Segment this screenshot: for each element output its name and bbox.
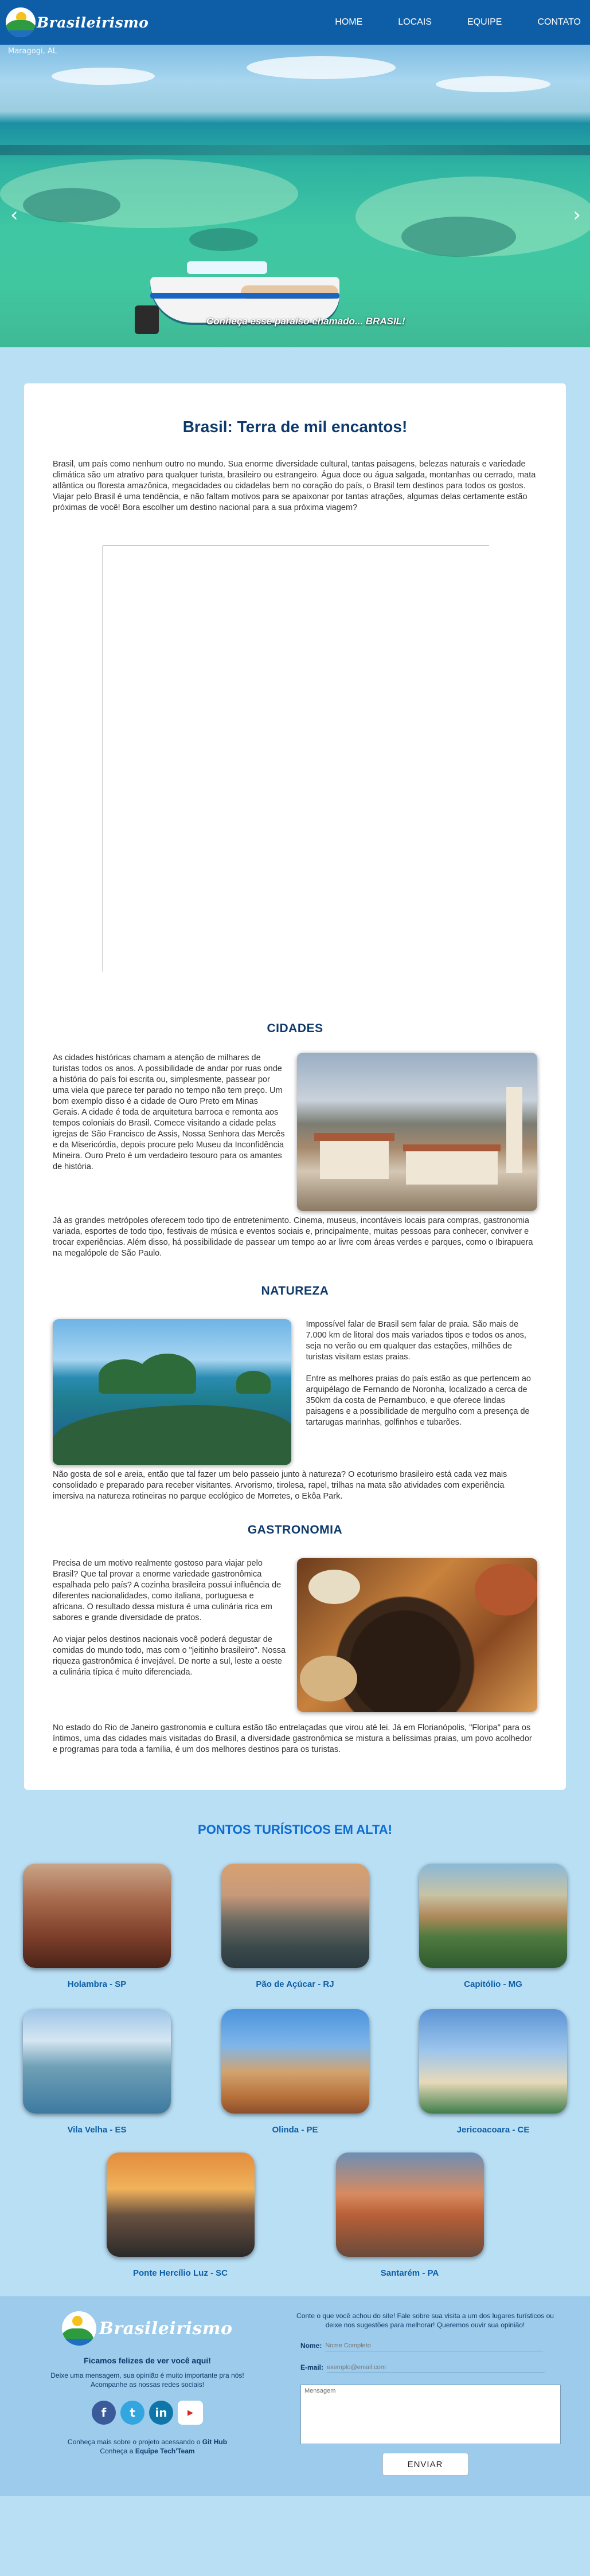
spot-label[interactable]: Vila Velha - ES [23,2125,171,2135]
section-title-gastronomia: GASTRONOMIA [247,1523,343,1536]
spot-card[interactable]: Vila Velha - ES [23,2009,171,2135]
contact-prompt: Conte o que você achou do site! Fale sob… [296,2312,554,2329]
nav-links: HOME LOCAIS EQUIPE CONTATO [317,17,582,28]
spot-label[interactable]: Jericoacoara - CE [419,2125,567,2135]
natureza-text-1: Impossível falar de Brasil sem falar de … [306,1320,526,1362]
gastronomia-image [297,1558,537,1712]
gastronomia-text-2: Ao viajar pelos destinos nacionais você … [53,1635,286,1677]
section-title-natureza: NATUREZA [261,1284,329,1297]
cidades-text-2: Já as grandes metrópoles oferecem todo t… [53,1216,533,1258]
carousel-prev-icon[interactable]: ‹ [10,205,18,225]
footer-brand-name: Brasileirismo [99,2318,233,2339]
main-card: Brasil: Terra de mil encantos! Brasil, u… [24,383,566,1790]
spot-label[interactable]: Pão de Açúcar - RJ [221,1979,369,1989]
spot-image[interactable] [419,2009,567,2114]
team-link[interactable]: Equipe Tech'Team [135,2447,195,2455]
footer: Brasileirismo Ficamos felizes de ver voc… [0,2296,590,2496]
email-label: E-mail: [300,2363,324,2371]
team-prefix: Conheça a [100,2447,135,2455]
linkedin-icon[interactable]: in [149,2401,173,2425]
brand-badge-icon [62,2311,97,2346]
footer-leave-msg: Deixe uma mensagem, sua opinião é muito … [50,2371,244,2379]
footer-thanks: Ficamos felizes de ver você aqui! [84,2356,211,2365]
spot-image[interactable] [23,1864,171,1968]
spot-image[interactable] [106,2152,255,2257]
spot-card[interactable]: Jericoacoara - CE [419,2009,567,2135]
spot-label[interactable]: Capitólio - MG [419,1979,567,1989]
spot-image[interactable] [335,2152,484,2257]
name-input[interactable] [325,2340,544,2351]
github-link[interactable]: Git Hub [202,2438,227,2446]
spot-image[interactable] [221,1864,369,1968]
youtube-icon[interactable]: ▶ [178,2401,203,2425]
spot-label[interactable]: Ponte Hercílio Luz - SC [107,2268,255,2278]
contact-form: Conte o que você achou do site! Fale sob… [295,2296,570,2496]
brand-logo[interactable]: Brasileirismo [6,7,149,37]
spot-card[interactable]: Ponte Hercílio Luz - SC [106,2152,255,2278]
nav-link-locais[interactable]: LOCAIS [380,17,450,28]
spot-label[interactable]: Olinda - PE [221,2125,369,2135]
spot-image[interactable] [419,1864,567,1968]
nav-link-equipe[interactable]: EQUIPE [450,17,519,28]
email-input[interactable] [327,2362,545,2373]
twitter-icon[interactable]: t [120,2401,144,2425]
spots-title: PONTOS TURÍSTICOS EM ALTA! [198,1822,392,1837]
carousel-next-icon[interactable]: › [573,205,581,225]
natureza-text-3: Não gosta de sol e areia, então que tal … [53,1470,507,1501]
spot-image[interactable] [221,2009,369,2114]
message-textarea[interactable] [300,2385,561,2444]
cidades-image [297,1053,537,1211]
video-embed[interactable] [103,546,489,972]
hero-caption: Conheça esse paraíso chamado... BRASIL! [206,316,405,327]
cidades-text-1: As cidades históricas chamam a atenção d… [53,1053,285,1171]
nav-link-contato[interactable]: CONTATO [519,17,582,28]
spot-card[interactable]: Pão de Açúcar - RJ [221,1864,369,1989]
brand-badge-icon [6,7,36,37]
footer-github-line: Conheça mais sobre o projeto acessando o… [0,2437,295,2446]
footer-info: Brasileirismo Ficamos felizes de ver voc… [0,2296,295,2496]
hero-carousel: Maragogi, AL ‹ › Conheça esse paraíso ch… [0,45,590,347]
facebook-icon[interactable]: f [92,2401,116,2425]
section-title-cidades: CIDADES [267,1022,323,1035]
hero-location: Maragogi, AL [8,47,57,56]
natureza-text-2: Entre as melhores praias do país estão a… [306,1374,531,1427]
github-prefix: Conheça mais sobre o projeto acessando o [67,2438,202,2446]
name-label: Nome: [300,2342,322,2350]
social-links: f t in ▶ [0,2401,295,2425]
spots-grid: Holambra - SP Pão de Açúcar - RJ Capitól… [0,1864,590,2278]
navbar: Brasileirismo HOME LOCAIS EQUIPE CONTATO [0,0,590,45]
gastronomia-text-3: No estado do Rio de Janeiro gastronomia … [53,1723,532,1754]
spot-label[interactable]: Santarém - PA [336,2268,484,2278]
natureza-image [53,1319,292,1465]
spot-card[interactable]: Capitólio - MG [419,1864,567,1989]
intro-text: Brasil, um país como nenhum outro no mun… [53,460,536,512]
footer-team-line: Conheça a Equipe Tech'Team [0,2446,295,2456]
gastronomia-text-1: Precisa de um motivo realmente gostoso p… [53,1559,282,1622]
spot-card[interactable]: Santarém - PA [335,2152,484,2278]
footer-follow: Acompanhe as nossas redes sociais! [90,2381,205,2389]
send-button[interactable]: ENVIAR [382,2453,468,2476]
page-title: Brasil: Terra de mil encantos! [182,418,408,436]
spot-card[interactable]: Olinda - PE [221,2009,369,2135]
spot-card[interactable]: Holambra - SP [23,1864,171,1989]
footer-logo: Brasileirismo [0,2311,295,2346]
spot-image[interactable] [23,2009,171,2114]
spot-label[interactable]: Holambra - SP [23,1979,171,1989]
brand-name: Brasileirismo [37,14,149,31]
nav-link-home[interactable]: HOME [317,17,380,28]
